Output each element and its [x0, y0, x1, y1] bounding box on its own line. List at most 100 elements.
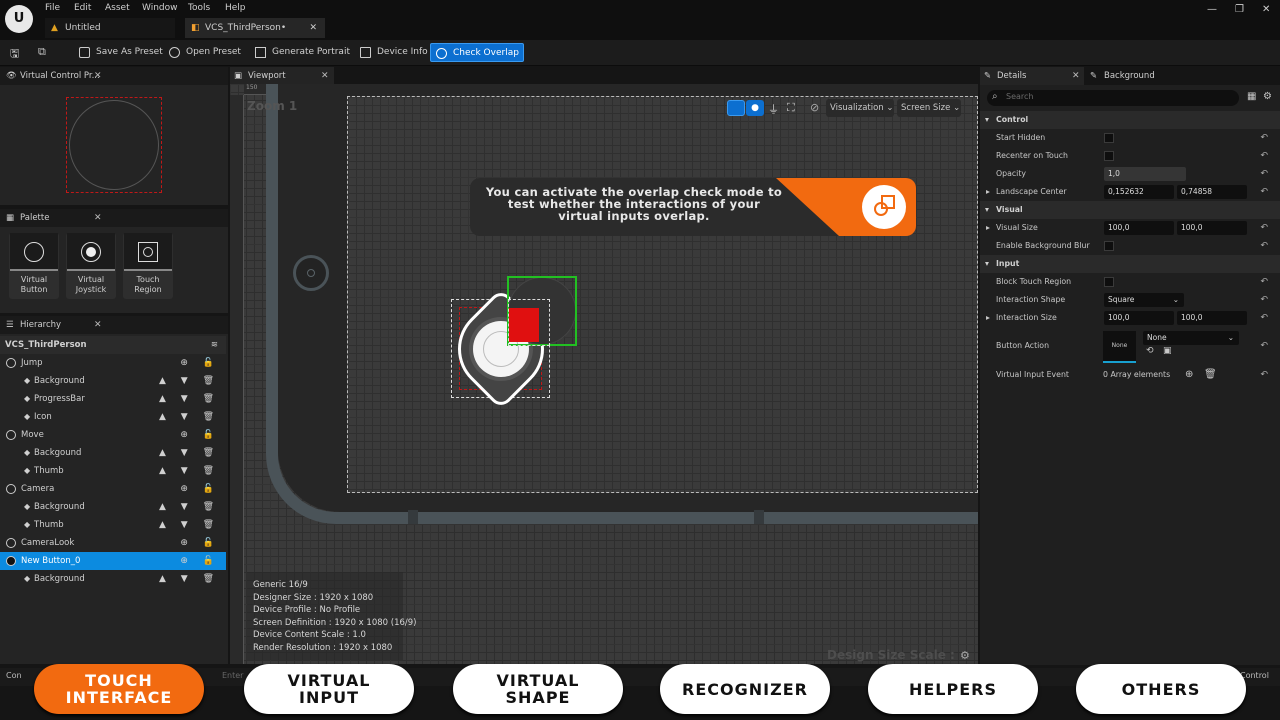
- point-mode-icon[interactable]: ●: [746, 100, 764, 116]
- palette-touch-region[interactable]: Touch Region: [123, 233, 173, 299]
- hierarchy-actions[interactable]: ⊕ 🔓: [180, 354, 220, 372]
- hierarchy-actions[interactable]: ▲ ▼ 🗑: [159, 516, 220, 534]
- section-visual[interactable]: ▾ Visual: [980, 201, 1280, 219]
- content-drawer-label[interactable]: Con: [6, 671, 22, 680]
- nav-virtual-input[interactable]: VIRTUAL INPUT: [244, 664, 414, 714]
- layers-icon[interactable]: ≋: [211, 336, 218, 354]
- reset-icon[interactable]: ↶: [1260, 291, 1268, 309]
- hierarchy-title[interactable]: Hierarchy: [20, 316, 61, 334]
- preview-panel-title[interactable]: Virtual Control Pr...: [20, 67, 100, 85]
- save-icon[interactable]: 🖫: [10, 45, 19, 64]
- palette-virtual-joystick[interactable]: Virtual Joystick: [66, 233, 116, 299]
- reset-icon[interactable]: ↶: [1260, 147, 1268, 165]
- hierarchy-item-background[interactable]: ◆ Background ▲ ▼ 🗑: [0, 498, 226, 516]
- hierarchy-actions[interactable]: ⊕ 🔓: [180, 534, 220, 552]
- select-mode-icon[interactable]: [727, 100, 745, 116]
- check-overlap-button[interactable]: Check Overlap: [430, 43, 524, 62]
- trash-icon[interactable]: 🗑: [1204, 366, 1217, 384]
- hierarchy-actions[interactable]: ▲ ▼ 🗑: [159, 462, 220, 480]
- hierarchy-item-thumb[interactable]: ◆ Thumb ▲ ▼ 🗑: [0, 516, 226, 534]
- hierarchy-item-progressbar[interactable]: ◆ ProgressBar ▲ ▼ 🗑: [0, 390, 226, 408]
- unreal-logo-icon[interactable]: U: [5, 5, 33, 33]
- hierarchy-actions[interactable]: ▲ ▼ 🗑: [159, 570, 220, 588]
- block-touch-checkbox[interactable]: [1104, 277, 1114, 287]
- close-icon[interactable]: ✕: [309, 18, 317, 38]
- section-control[interactable]: ▾ Control: [980, 111, 1280, 129]
- reset-icon[interactable]: ↶: [1260, 129, 1268, 147]
- minimize-icon[interactable]: —: [1207, 4, 1217, 15]
- interaction-size-y-field[interactable]: 100,0: [1177, 311, 1247, 325]
- reset-icon[interactable]: ↶: [1260, 219, 1268, 237]
- save-as-preset-button[interactable]: Save As Preset: [74, 43, 167, 62]
- tab-viewport[interactable]: ▣ Viewport ✕: [230, 67, 334, 85]
- hierarchy-actions[interactable]: ▲ ▼ 🗑: [159, 498, 220, 516]
- close-icon[interactable]: ✕: [1072, 67, 1080, 85]
- tab-vcs-thirdperson[interactable]: ◧ VCS_ThirdPerson• ✕: [185, 18, 325, 38]
- hierarchy-item-camera[interactable]: Camera ⊕ 🔓: [0, 480, 226, 498]
- table-view-icon[interactable]: ▦: [1247, 91, 1256, 102]
- nav-virtual-shape[interactable]: VIRTUAL SHAPE: [453, 664, 623, 714]
- menu-tools[interactable]: Tools: [188, 3, 210, 13]
- reset-icon[interactable]: ↶: [1260, 366, 1268, 384]
- hierarchy-actions[interactable]: ▲ ▼ 🗑: [159, 372, 220, 390]
- expand-icon[interactable]: ▸: [986, 219, 990, 237]
- nav-touch-interface[interactable]: TOUCH INTERFACE: [34, 664, 204, 714]
- hierarchy-item-background[interactable]: ◆ Background ▲ ▼ 🗑: [0, 570, 226, 588]
- reset-icon[interactable]: ↶: [1260, 237, 1268, 255]
- hierarchy-item-background[interactable]: ◆ Background ▲ ▼ 🗑: [0, 372, 226, 390]
- hierarchy-item-thumb[interactable]: ◆ Thumb ▲ ▼ 🗑: [0, 462, 226, 480]
- reset-icon[interactable]: ↶: [1260, 337, 1268, 355]
- close-icon[interactable]: ✕: [94, 67, 102, 85]
- close-icon[interactable]: ✕: [94, 316, 102, 334]
- menu-file[interactable]: File: [45, 3, 60, 13]
- open-preset-button[interactable]: Open Preset: [164, 43, 245, 62]
- landscape-x-field[interactable]: 0,152632: [1104, 185, 1174, 199]
- section-input[interactable]: ▾ Input: [980, 255, 1280, 273]
- settings-gear-icon[interactable]: ⚙: [1263, 91, 1272, 102]
- recenter-checkbox[interactable]: [1104, 151, 1114, 161]
- reset-icon[interactable]: ↶: [1260, 183, 1268, 201]
- landscape-y-field[interactable]: 0,74858: [1177, 185, 1247, 199]
- expand-icon[interactable]: ▸: [986, 309, 990, 327]
- hierarchy-actions[interactable]: ▲ ▼ 🗑: [159, 408, 220, 426]
- console-input[interactable]: Enter: [222, 671, 243, 680]
- search-input[interactable]: ⌕ Search: [987, 90, 1239, 106]
- action-select[interactable]: None ⌄: [1143, 331, 1239, 345]
- close-window-icon[interactable]: ✕: [1262, 4, 1270, 15]
- reset-icon[interactable]: ↶: [1260, 309, 1268, 327]
- menu-help[interactable]: Help: [225, 3, 246, 13]
- interaction-size-x-field[interactable]: 100,0: [1104, 311, 1174, 325]
- menu-asset[interactable]: Asset: [105, 3, 130, 13]
- visual-size-x-field[interactable]: 100,0: [1104, 221, 1174, 235]
- hierarchy-actions[interactable]: ⊕ 🔓: [180, 426, 220, 444]
- hierarchy-item-move[interactable]: Move ⊕ 🔓: [0, 426, 226, 444]
- frame-icon[interactable]: ⛶: [787, 101, 795, 115]
- palette-virtual-button[interactable]: Virtual Button: [9, 233, 59, 299]
- device-info-button[interactable]: Device Info: [355, 43, 432, 62]
- source-control-label[interactable]: Control: [1240, 671, 1269, 680]
- hierarchy-item-jump[interactable]: Jump ⊕ 🔓: [0, 354, 226, 372]
- viewport-canvas[interactable]: 1501005005010015020025030035040045050055…: [230, 84, 978, 664]
- interaction-shape-select[interactable]: Square ⌄: [1104, 293, 1184, 307]
- hierarchy-actions[interactable]: ⊕ 🔓: [180, 480, 220, 498]
- scale-gear-icon[interactable]: ⚙: [960, 649, 970, 662]
- hierarchy-item-icon[interactable]: ◆ Icon ▲ ▼ 🗑: [0, 408, 226, 426]
- screen-size-dropdown[interactable]: Screen Size ⌄: [897, 99, 961, 117]
- hierarchy-item-backgound[interactable]: ◆ Backgound ▲ ▼ 🗑: [0, 444, 226, 462]
- action-thumbnail[interactable]: None: [1103, 331, 1136, 363]
- visual-size-y-field[interactable]: 100,0: [1177, 221, 1247, 235]
- hierarchy-actions[interactable]: ⊕ 🔓: [180, 552, 220, 570]
- tab-background[interactable]: ✎ Background: [1086, 67, 1206, 85]
- generate-portrait-button[interactable]: Generate Portrait: [250, 43, 354, 62]
- nav-recognizer[interactable]: RECOGNIZER: [660, 664, 830, 714]
- nav-helpers[interactable]: HELPERS: [868, 664, 1038, 714]
- nav-others[interactable]: OTHERS: [1076, 664, 1246, 714]
- hierarchy-actions[interactable]: ▲ ▼ 🗑: [159, 390, 220, 408]
- hierarchy-root[interactable]: VCS_ThirdPerson ≋: [0, 336, 226, 354]
- palette-title[interactable]: Palette: [20, 209, 49, 227]
- start-hidden-checkbox[interactable]: [1104, 133, 1114, 143]
- folder-icon[interactable]: ▣: [1163, 342, 1172, 360]
- add-element-icon[interactable]: ⊕: [1185, 366, 1193, 384]
- browse-arrow-icon[interactable]: ⟲: [1146, 342, 1154, 360]
- hierarchy-item-new-button-0[interactable]: New Button_0 ⊕ 🔓: [0, 552, 226, 570]
